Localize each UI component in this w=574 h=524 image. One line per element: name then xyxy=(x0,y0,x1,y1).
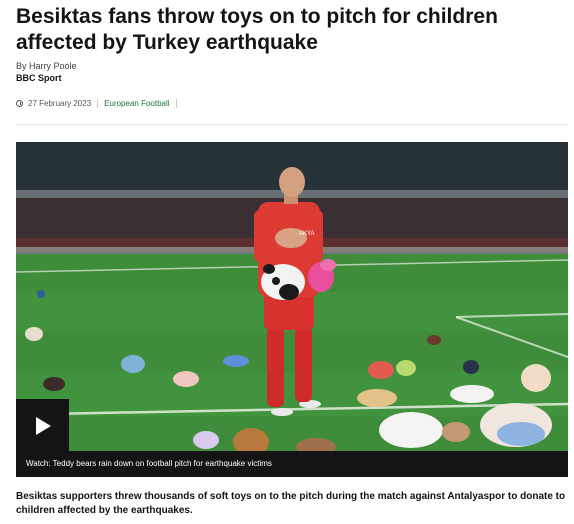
play-button[interactable] xyxy=(16,399,69,452)
video-player[interactable]: AKYA Watch: Teddy bears rain down on foo… xyxy=(16,142,568,477)
meta-divider-end xyxy=(175,99,177,108)
publish-date: 27 February 2023 xyxy=(28,99,92,108)
article-headline: Besiktas fans throw toys on to pitch for… xyxy=(16,5,498,54)
article-meta: 27 February 2023 European Football xyxy=(16,99,183,108)
clock-icon xyxy=(16,100,23,107)
contributor-org: BBC Sport xyxy=(16,73,62,83)
byline: By Harry Poole BBC Sport xyxy=(16,60,77,84)
topic-link-european-football[interactable]: European Football xyxy=(104,99,169,108)
header-divider xyxy=(16,124,568,125)
play-icon xyxy=(35,416,51,435)
jersey-text: AKYA xyxy=(299,231,315,237)
author-name: By Harry Poole xyxy=(16,61,77,71)
video-still: AKYA xyxy=(16,142,568,477)
meta-divider xyxy=(97,99,99,108)
article-summary: Besiktas supporters threw thousands of s… xyxy=(16,491,566,516)
video-caption: Watch: Teddy bears rain down on football… xyxy=(16,451,568,477)
